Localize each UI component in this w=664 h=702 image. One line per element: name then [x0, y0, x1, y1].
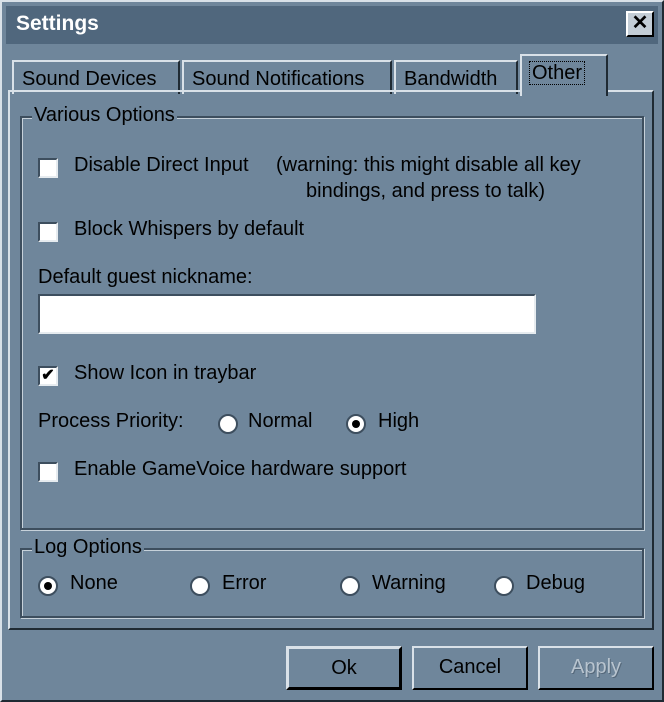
log-debug-radio[interactable]: [494, 576, 514, 596]
log-warning-radio[interactable]: [340, 576, 360, 596]
title-bar[interactable]: Settings ✕: [6, 6, 658, 44]
tab-label: Other: [528, 61, 586, 85]
apply-button[interactable]: Apply: [538, 646, 654, 690]
log-error-label: Error: [222, 572, 267, 594]
tab-label: Sound Notifications: [192, 68, 365, 90]
tab-label: Bandwidth: [404, 68, 498, 90]
tab-label: Sound Devices: [22, 68, 157, 90]
process-priority-label: Process Priority:: [38, 410, 184, 432]
gamevoice-checkbox[interactable]: [38, 462, 58, 482]
warning-text-line1: (warning: this might disable all key: [276, 154, 581, 176]
log-error-radio[interactable]: [190, 576, 210, 596]
cancel-button[interactable]: Cancel: [412, 646, 528, 690]
tab-bandwidth[interactable]: Bandwidth: [394, 60, 518, 94]
log-debug-label: Debug: [526, 572, 585, 594]
tab-sound-devices[interactable]: Sound Devices: [12, 60, 180, 94]
priority-high-radio[interactable]: [346, 414, 366, 434]
warning-text-line2: bindings, and press to talk): [306, 180, 546, 202]
radio-selected-dot: [44, 582, 52, 590]
guest-nickname-input[interactable]: [38, 294, 536, 334]
log-options-legend: Log Options: [32, 536, 144, 559]
priority-normal-radio[interactable]: [218, 414, 238, 434]
block-whispers-checkbox[interactable]: [38, 222, 58, 242]
log-warning-label: Warning: [372, 572, 446, 594]
ok-button[interactable]: Ok: [286, 646, 402, 690]
various-options-legend: Various Options: [32, 104, 177, 127]
priority-high-label: High: [378, 410, 420, 432]
tab-other[interactable]: Other: [520, 54, 608, 96]
close-icon[interactable]: ✕: [626, 11, 654, 37]
log-none-label: None: [70, 572, 118, 594]
show-icon-checkbox[interactable]: ✔: [38, 366, 58, 386]
priority-normal-label: Normal: [248, 410, 313, 432]
guest-nickname-label: Default guest nickname:: [38, 266, 253, 288]
tab-sound-notifications[interactable]: Sound Notifications: [182, 60, 392, 94]
window-title: Settings: [16, 12, 99, 35]
block-whispers-label: Block Whispers by default: [74, 218, 305, 240]
disable-direct-input-checkbox[interactable]: [38, 158, 58, 178]
gamevoice-label: Enable GameVoice hardware support: [74, 458, 407, 480]
log-none-radio[interactable]: [38, 576, 58, 596]
radio-selected-dot: [352, 420, 360, 428]
show-icon-label: Show Icon in traybar: [74, 362, 257, 384]
disable-direct-input-label: Disable Direct Input: [74, 154, 249, 176]
